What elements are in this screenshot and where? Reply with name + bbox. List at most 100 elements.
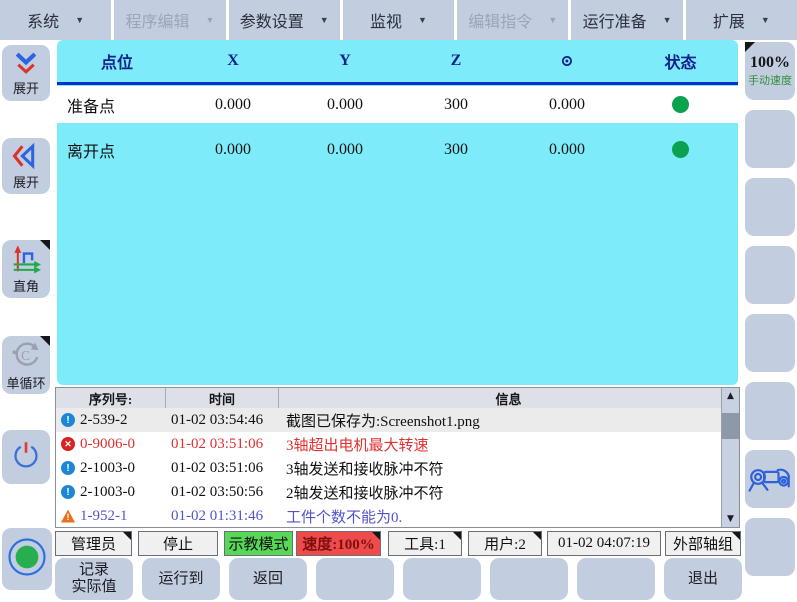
- expand-down-icon: [11, 50, 41, 81]
- log-serial: 2-539-2: [80, 412, 128, 429]
- menu-extension[interactable]: 扩展 ▼: [686, 0, 797, 40]
- status-user-level[interactable]: 管理员: [55, 531, 132, 556]
- status-tool-label: 工具:1: [404, 533, 446, 554]
- caret-down-icon: ▼: [418, 15, 427, 25]
- status-external-axis-label: 外部轴组: [673, 533, 733, 554]
- side-button-empty-1[interactable]: [745, 110, 795, 168]
- power-icon: [8, 437, 44, 478]
- scrollbar-thumb[interactable]: [722, 413, 739, 439]
- status-clock-label: 01-02 04:07:19: [558, 535, 650, 552]
- points-panel: 点位 X Y Z ⊙ 状态 准备点 0.000 0.000 300 0.000 …: [57, 40, 738, 385]
- log-scrollbar[interactable]: ▲ ▼: [721, 388, 739, 527]
- log-message: 截图已保存为:Screenshot1.png: [279, 410, 722, 431]
- caret-down-icon: ▼: [205, 15, 214, 25]
- info-icon: !: [61, 485, 75, 499]
- side-button-empty-6[interactable]: [745, 518, 795, 576]
- record-actual-value-line2: 实际值: [71, 579, 116, 596]
- info-icon: !: [61, 461, 75, 475]
- status-external-axis[interactable]: 外部轴组: [665, 531, 741, 556]
- robot-arm-icon: [747, 454, 793, 505]
- menu-monitor-label: 监视: [370, 8, 402, 32]
- corner-mark-icon: [40, 336, 50, 346]
- corner-mark-icon: [372, 532, 380, 540]
- log-rows: ! 2-539-2 01-02 03:54:46 截图已保存为:Screensh…: [56, 408, 722, 527]
- expand-left-icon: [11, 142, 41, 175]
- status-user-coord-label: 用户:2: [484, 533, 526, 554]
- log-header: 序列号: 时间 信息: [56, 388, 739, 409]
- status-tool[interactable]: 工具:1: [388, 531, 462, 556]
- record-actual-value-button[interactable]: 记录 实际值: [55, 558, 133, 600]
- log-col-serial: 序列号:: [56, 388, 166, 408]
- point-row-leave[interactable]: 离开点 0.000 0.000 300 0.000: [57, 131, 738, 168]
- log-row[interactable]: ! 2-1003-0 01-02 03:50:56 2轴发送和接收脉冲不符: [56, 480, 722, 504]
- log-serial: 2-1003-0: [80, 484, 135, 501]
- log-row[interactable]: ! 2-1003-0 01-02 03:51:06 3轴发送和接收脉冲不符: [56, 456, 722, 480]
- corner-mark-icon: [732, 532, 740, 540]
- bottom-button-empty-2[interactable]: [403, 558, 481, 600]
- expand-left-label: 展开: [13, 175, 39, 190]
- side-button-empty-4[interactable]: [745, 314, 795, 372]
- start-button[interactable]: [2, 528, 52, 590]
- menu-parameter-settings[interactable]: 参数设置 ▼: [229, 0, 340, 40]
- log-col-time: 时间: [166, 388, 279, 408]
- caret-down-icon: ▼: [548, 15, 557, 25]
- side-button-empty-3[interactable]: [745, 246, 795, 304]
- log-message: 2轴发送和接收脉冲不符: [279, 482, 722, 503]
- status-user-coord[interactable]: 用户:2: [468, 531, 542, 556]
- side-button-empty-2[interactable]: [745, 178, 795, 236]
- point-z: 300: [401, 96, 511, 114]
- status-run-state: 停止: [138, 531, 218, 556]
- warning-icon: !: [61, 510, 75, 523]
- col-header-x: X: [177, 52, 289, 70]
- status-speed-label: 速度:100%: [302, 533, 375, 554]
- menu-edit-command-label: 编辑指令: [468, 8, 532, 32]
- menu-run-preparation[interactable]: 运行准备 ▼: [571, 0, 682, 40]
- point-x: 0.000: [177, 96, 289, 114]
- exit-button[interactable]: 退出: [664, 558, 742, 600]
- log-time: 01-02 01:31:46: [166, 508, 279, 525]
- log-row[interactable]: ! 1-952-1 01-02 01:31:46 工件个数不能为0.: [56, 504, 722, 527]
- status-mode: 示教模式: [224, 531, 293, 556]
- log-time: 01-02 03:51:06: [166, 460, 279, 477]
- single-cycle-icon: C: [9, 339, 43, 376]
- expand-down-button[interactable]: 展开: [2, 45, 50, 101]
- log-time: 01-02 03:51:06: [166, 436, 279, 453]
- expand-left-button[interactable]: 展开: [2, 138, 50, 194]
- message-log-panel: 序列号: 时间 信息 ! 2-539-2 01-02 03:54:46 截图已保…: [55, 387, 740, 528]
- menu-monitor[interactable]: 监视 ▼: [343, 0, 454, 40]
- caret-down-icon: ▼: [75, 15, 84, 25]
- menu-program-edit: 程序编辑 ▼: [114, 0, 225, 40]
- manual-speed-label: 手动速度: [748, 72, 792, 88]
- scroll-down-icon[interactable]: ▼: [722, 511, 739, 527]
- corner-mark-icon: [453, 532, 461, 540]
- point-y: 0.000: [289, 141, 401, 159]
- log-time: 01-02 03:54:46: [166, 412, 279, 429]
- start-icon: [6, 536, 48, 583]
- log-row[interactable]: ! 2-539-2 01-02 03:54:46 截图已保存为:Screensh…: [56, 408, 722, 432]
- manual-speed-button[interactable]: 100% 手动速度: [745, 42, 795, 100]
- bottom-button-empty-4[interactable]: [577, 558, 655, 600]
- teach-pendant-screen: 系统 ▼ 程序编辑 ▼ 参数设置 ▼ 监视 ▼ 编辑指令 ▼ 运行准备 ▼ 扩展…: [0, 0, 797, 602]
- scroll-up-icon[interactable]: ▲: [722, 388, 739, 404]
- cartesian-axes-icon: [9, 244, 43, 279]
- col-header-z: Z: [401, 52, 511, 70]
- menu-bar: 系统 ▼ 程序编辑 ▼ 参数设置 ▼ 监视 ▼ 编辑指令 ▼ 运行准备 ▼ 扩展…: [0, 0, 797, 40]
- status-speed[interactable]: 速度:100%: [296, 531, 381, 556]
- cartesian-mode-button[interactable]: 直角: [2, 240, 50, 298]
- point-y: 0.000: [289, 96, 401, 114]
- status-mode-label: 示教模式: [228, 533, 288, 554]
- menu-system[interactable]: 系统 ▼: [0, 0, 111, 40]
- bottom-button-empty-3[interactable]: [490, 558, 568, 600]
- bottom-button-empty-1[interactable]: [316, 558, 394, 600]
- corner-mark-icon: [40, 240, 50, 250]
- col-header-w: ⊙: [511, 51, 623, 71]
- robot-jog-button[interactable]: [745, 450, 795, 508]
- return-button[interactable]: 返回: [229, 558, 307, 600]
- caret-down-icon: ▼: [761, 15, 770, 25]
- point-row-prepare[interactable]: 准备点 0.000 0.000 300 0.000: [57, 86, 738, 123]
- side-button-empty-5[interactable]: [745, 382, 795, 440]
- power-button[interactable]: [2, 430, 50, 484]
- menu-system-label: 系统: [27, 8, 59, 32]
- run-to-button[interactable]: 运行到: [142, 558, 220, 600]
- log-row[interactable]: ✕ 0-9006-0 01-02 03:51:06 3轴超出电机最大转速: [56, 432, 722, 456]
